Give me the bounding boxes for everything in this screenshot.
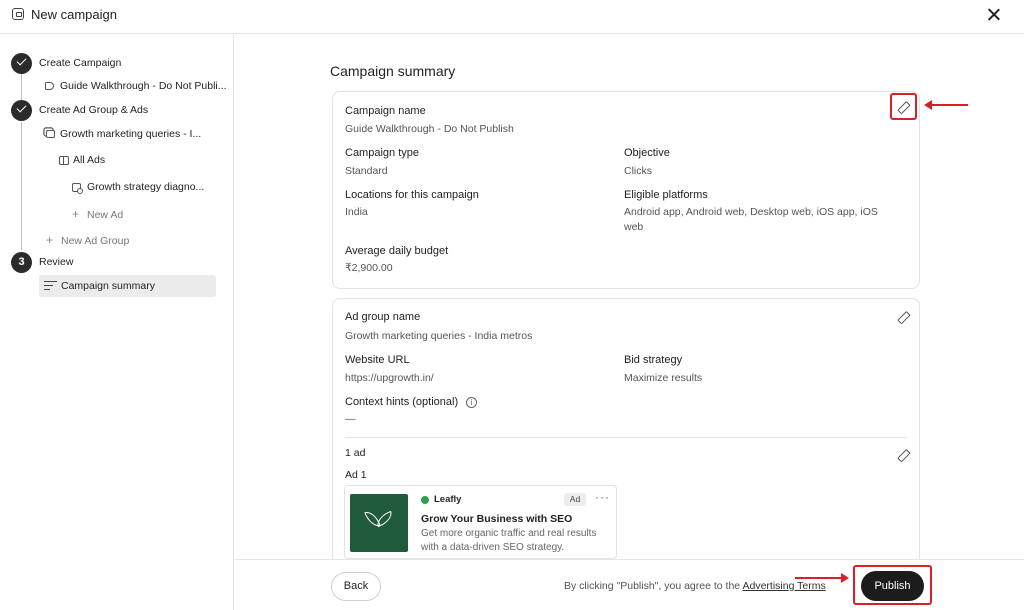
ad-badge: Ad <box>564 493 586 506</box>
page-title: Campaign summary <box>330 63 456 79</box>
stepper-sidebar: Create Campaign Guide Walkthrough - Do N… <box>0 35 234 610</box>
stepper-line <box>21 122 23 250</box>
campaign-name-label: Campaign name <box>345 105 426 117</box>
megaphone-icon <box>45 82 54 90</box>
bid-strategy-label: Bid strategy <box>624 354 683 366</box>
ad-brand-name: Leafly <box>434 494 462 505</box>
step-number-badge: 3 <box>11 252 32 273</box>
ad-group-summary-card: Ad group name Growth marketing queries -… <box>332 298 920 559</box>
campaign-type-label: Campaign type <box>345 147 419 159</box>
sidebar-item-campaign[interactable]: Guide Walkthrough - Do Not Publi... <box>60 80 227 92</box>
edit-ads-icon[interactable] <box>895 449 909 463</box>
annotation-highlight-edit <box>890 93 917 120</box>
summary-lines-icon <box>44 281 57 291</box>
annotation-arrow <box>924 100 968 110</box>
campaign-name-value: Guide Walkthrough - Do Not Publish <box>345 123 514 135</box>
context-hints-value: — <box>345 413 356 425</box>
ad-preview-card[interactable]: Leafly Ad ··· Grow Your Business with SE… <box>344 485 617 559</box>
annotation-highlight-publish <box>853 565 932 605</box>
close-icon[interactable] <box>984 5 1004 25</box>
platforms-value: Android app, Android web, Desktop web, i… <box>624 206 878 233</box>
info-icon[interactable]: i <box>466 397 477 408</box>
bid-strategy-value: Maximize results <box>624 372 703 384</box>
step-done-badge <box>11 53 32 74</box>
sidebar-item-campaign-summary[interactable]: Campaign summary <box>39 275 216 297</box>
budget-label: Average daily budget <box>345 245 449 257</box>
terms-prefix: By clicking "Publish", you agree to the <box>564 580 743 592</box>
back-button[interactable]: Back <box>331 572 381 601</box>
more-options-icon[interactable]: ··· <box>595 490 610 504</box>
all-ads-icon <box>59 156 69 165</box>
campaign-summary-card: Campaign name Guide Walkthrough - Do Not… <box>332 91 920 289</box>
sidebar-item-all-ads[interactable]: All Ads <box>73 154 105 166</box>
edit-ad-group-icon[interactable] <box>895 311 909 325</box>
ad-icon <box>72 183 83 194</box>
objective-value: Clicks <box>624 165 652 177</box>
sidebar-item-ad-group[interactable]: Growth marketing queries - I... <box>60 128 201 140</box>
advertising-terms-link[interactable]: Advertising Terms <box>742 580 825 592</box>
platforms-label: Eligible platforms <box>624 189 708 201</box>
locations-label: Locations for this campaign <box>345 189 479 201</box>
website-url-value: https://upgrowth.in/ <box>345 372 434 384</box>
ad-group-name-label: Ad group name <box>345 311 421 323</box>
step-done-badge <box>11 100 32 121</box>
ad-description: Get more organic traffic and real result… <box>421 528 597 553</box>
ads-count: 1 ad <box>345 447 366 459</box>
website-url-label: Website URL <box>345 354 410 366</box>
step-label-create-campaign[interactable]: Create Campaign <box>39 57 121 69</box>
divider <box>345 437 907 438</box>
plus-icon: + <box>72 207 80 221</box>
ad-group-icon <box>46 130 55 138</box>
ad-image <box>350 494 408 552</box>
sidebar-item-label: Campaign summary <box>61 280 155 292</box>
terms-text: By clicking "Publish", you agree to the … <box>564 580 826 592</box>
modal-header: New campaign <box>0 0 1024 34</box>
brand-logo-icon <box>421 496 429 504</box>
annotation-arrow <box>795 573 849 583</box>
modal-title: New campaign <box>31 7 117 22</box>
sidebar-new-ad-group[interactable]: New Ad Group <box>61 235 129 247</box>
step-label-create-ad-group[interactable]: Create Ad Group & Ads <box>39 104 148 116</box>
context-hints-label: Context hints (optional) <box>345 396 459 408</box>
ad-title: Ad 1 <box>345 469 367 481</box>
locations-value: India <box>345 206 368 218</box>
check-icon <box>16 55 27 66</box>
check-icon <box>16 102 27 113</box>
plus-icon: + <box>46 233 54 247</box>
campaign-type-value: Standard <box>345 165 388 177</box>
objective-label: Objective <box>624 147 670 159</box>
stepper-line <box>21 74 23 101</box>
ad-headline: Grow Your Business with SEO <box>421 513 573 525</box>
campaign-icon <box>12 8 24 20</box>
step-label-review[interactable]: Review <box>39 256 73 268</box>
sidebar-new-ad[interactable]: New Ad <box>87 209 123 221</box>
sidebar-item-ad[interactable]: Growth strategy diagno... <box>87 181 204 193</box>
ad-group-name-value: Growth marketing queries - India metros <box>345 330 533 342</box>
budget-value: ₹2,900.00 <box>345 262 393 274</box>
